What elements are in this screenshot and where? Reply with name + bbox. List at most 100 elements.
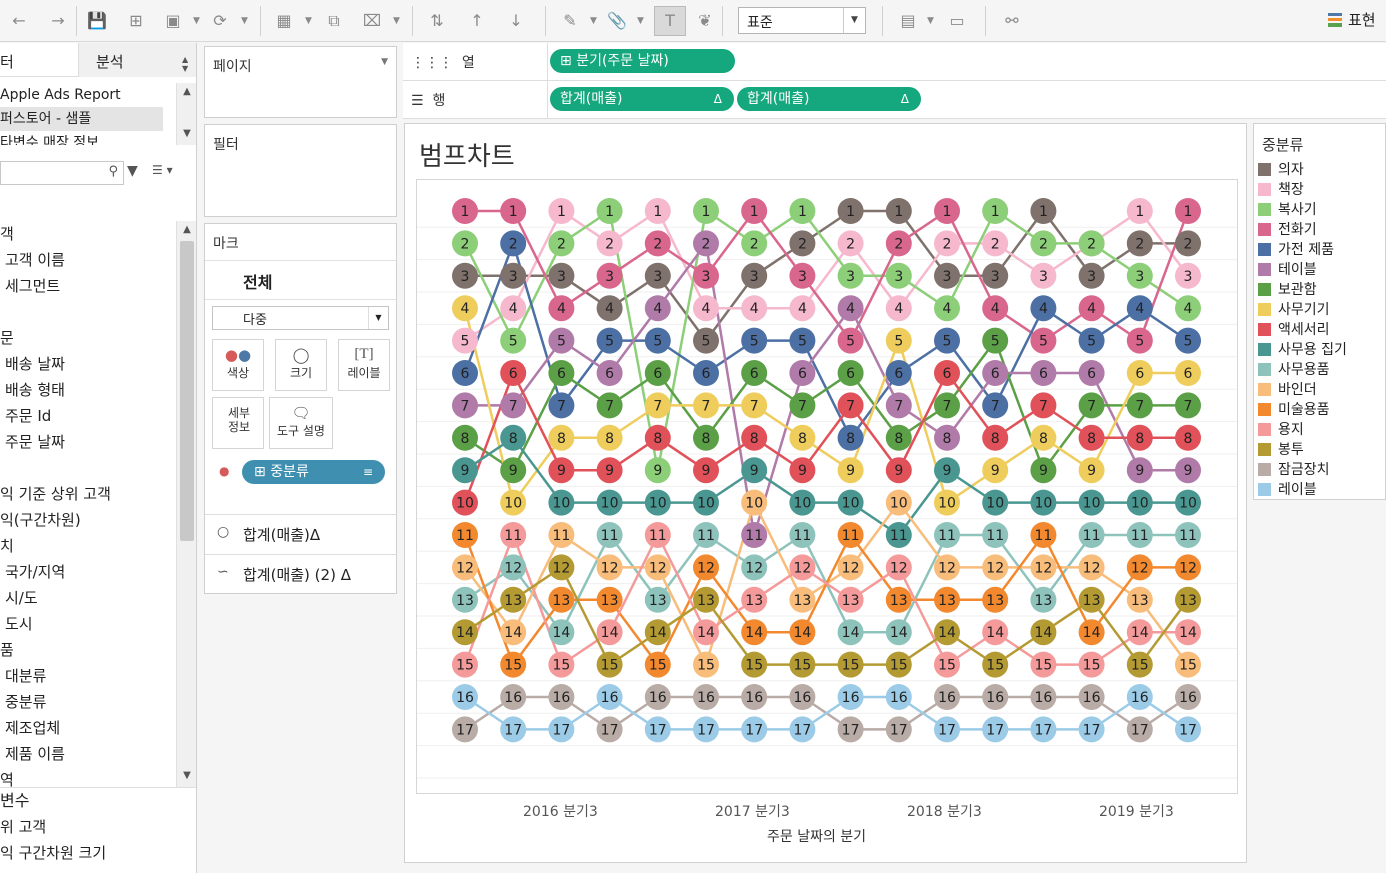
marks-all-tab[interactable] [205,260,396,300]
legend-item[interactable]: 사무기기 [1258,300,1347,320]
field-item[interactable]: 중분류 [0,689,176,715]
datasource-item[interactable]: Apple Ads Report [0,83,176,107]
legend-item[interactable]: 가전 제품 [1258,240,1347,260]
field-item[interactable]: 배송 형태 [0,377,176,403]
legend-item[interactable]: 복사기 [1258,200,1347,220]
show-me-button[interactable]: 표현 [1328,9,1376,30]
redo-icon[interactable]: → [46,9,70,33]
field-search-input[interactable]: ⚲ [0,161,124,185]
show-cards-icon[interactable]: ▤ [896,9,920,33]
pages-card[interactable]: 페이지 ▼ [204,46,397,118]
rows-pill-2[interactable]: 합계(매출) Δ [737,87,921,111]
legend-item[interactable]: 봉투 [1258,440,1347,460]
rows-pill-1[interactable]: 합계(매출) Δ [550,87,734,111]
rows-shelf[interactable]: ☰ 행 합계(매출) Δ 합계(매출) Δ [403,81,1386,119]
color-pill[interactable]: ⊞ 중분류 ≡ [242,460,385,484]
marks-tab-measure-1[interactable]: ○ 합계(매출)Δ [205,514,396,554]
group-icon[interactable]: 📎 [605,9,629,33]
field-folder[interactable]: 치 [0,533,176,559]
parameter-item[interactable]: 익 구간차원 크기 [0,840,196,866]
tab-data[interactable]: 터 [0,51,14,72]
duplicate-sheet-icon[interactable]: ⧉ [322,9,346,33]
save-icon[interactable]: 💾 [85,9,109,33]
detail-button[interactable]: 세부 정보 [212,397,264,449]
refresh-icon[interactable]: ⟳ [208,9,232,33]
mark-type-dropdown[interactable]: 다중 ▼ [212,306,389,330]
tooltip-button[interactable]: 🗨 도구 설명 [269,397,333,449]
field-scrollbar[interactable]: ▲ ▼ [176,221,196,787]
show-cards-caret-icon[interactable]: ▼ [927,9,934,33]
refresh-caret-icon[interactable]: ▼ [241,9,248,33]
scroll-up-icon[interactable]: ▲ [177,221,196,239]
field-item[interactable]: 대분류 [0,663,176,689]
tabs-collapse-icon[interactable]: ▲ ▼ [182,55,188,73]
sort-ascending-icon[interactable]: ↑ [465,9,489,33]
scroll-down-icon[interactable]: ▼ [177,767,196,785]
bump-chart[interactable]: 3334353211331322541214442422321325219121… [417,180,1237,793]
clear-sheet-icon[interactable]: ⌧ [360,9,384,33]
field-folder[interactable]: 객 [0,221,176,247]
parameter-item[interactable]: 위 고객 [0,814,196,840]
share-icon[interactable]: ⚯ [1000,9,1024,33]
scroll-thumb[interactable] [180,241,194,541]
field-item[interactable]: 제품 이름 [0,741,176,767]
legend-item[interactable]: 전화기 [1258,220,1347,240]
highlight-icon[interactable]: ✎ [558,9,582,33]
field-folder[interactable]: 문 [0,325,176,351]
legend-item[interactable]: 액세서리 [1258,320,1347,340]
datasource-icon[interactable]: ▣ [161,9,185,33]
scroll-up-icon[interactable]: ▲ [177,83,196,101]
datasource-item-selected[interactable]: 퍼스토어 - 샘플 [0,107,163,131]
field-item[interactable]: 주문 Id [0,403,176,429]
legend-item[interactable]: 보관함 [1258,280,1347,300]
field-folder[interactable]: 역 [0,767,176,787]
legend-item[interactable]: 잠금장치 [1258,460,1347,480]
highlight-caret-icon[interactable]: ▼ [590,9,597,33]
field-item[interactable]: 국가/지역 [0,559,176,585]
fit-dropdown[interactable]: 표준 ▼ [738,7,866,34]
sort-descending-icon[interactable]: ↓ [504,9,528,33]
legend-item[interactable]: 용지 [1258,420,1347,440]
columns-pill[interactable]: ⊞ 분기(주문 날짜) [550,49,735,73]
legend-item[interactable]: 테이블 [1258,260,1347,280]
legend-item[interactable]: 의자 [1258,160,1347,180]
size-button[interactable]: ◯ 크기 [275,339,327,391]
field-folder[interactable]: 품 [0,637,176,663]
presentation-icon[interactable]: ▭ [945,9,969,33]
color-button[interactable]: ●● 색상 [212,339,264,391]
legend-item[interactable]: 사무용 집기 [1258,340,1347,360]
field-item[interactable]: 세그먼트 [0,273,176,299]
field-item[interactable]: 주문 날짜 [0,429,176,455]
marks-tab-measure-2[interactable]: ∽ 합계(매출) (2) Δ [205,554,396,594]
field-item[interactable]: 시/도 [0,585,176,611]
field-item[interactable]: 제조업체 [0,715,176,741]
scroll-down-icon[interactable]: ▼ [177,125,196,143]
datasource-item[interactable]: 타변수 매장 정보 [0,131,176,145]
chevron-down-icon[interactable]: ▼ [381,57,388,67]
label-button[interactable]: [T] 레이블 [338,339,390,391]
legend-item[interactable]: 책장 [1258,180,1347,200]
legend-item[interactable]: 레이블 [1258,480,1347,500]
clear-caret-icon[interactable]: ▼ [393,9,400,33]
columns-shelf[interactable]: ⋮⋮⋮ 열 ⊞ 분기(주문 날짜) [403,43,1386,81]
legend-item[interactable]: 사무용품 [1258,360,1347,380]
field-folder[interactable]: 익(구간차원) [0,507,176,533]
swap-axes-icon[interactable]: ⇅ [425,9,449,33]
filters-card[interactable]: 필터 [204,124,397,217]
filter-icon[interactable]: ▼ [127,163,138,179]
new-worksheet-icon[interactable]: ▦ [272,9,296,33]
group-caret-icon[interactable]: ▼ [637,9,644,33]
field-item[interactable]: 고객 이름 [0,247,176,273]
view-options-icon[interactable]: ☰ ▾ [152,163,173,177]
field-item[interactable]: 배송 날짜 [0,351,176,377]
show-labels-icon[interactable]: T [654,6,686,36]
new-worksheet-caret-icon[interactable]: ▼ [305,9,312,33]
tab-analytics[interactable]: 분석 [96,51,124,72]
datasource-caret-icon[interactable]: ▼ [193,9,200,33]
field-folder[interactable]: 익 기준 상위 고객 [0,481,176,507]
field-item[interactable]: 도시 [0,611,176,637]
datasource-scrollbar[interactable]: ▲ ▼ [176,83,196,145]
legend-item[interactable]: 미술용품 [1258,400,1347,420]
pin-axes-icon[interactable]: ❦ [693,9,717,33]
new-datasource-icon[interactable]: ⊞ [124,9,148,33]
